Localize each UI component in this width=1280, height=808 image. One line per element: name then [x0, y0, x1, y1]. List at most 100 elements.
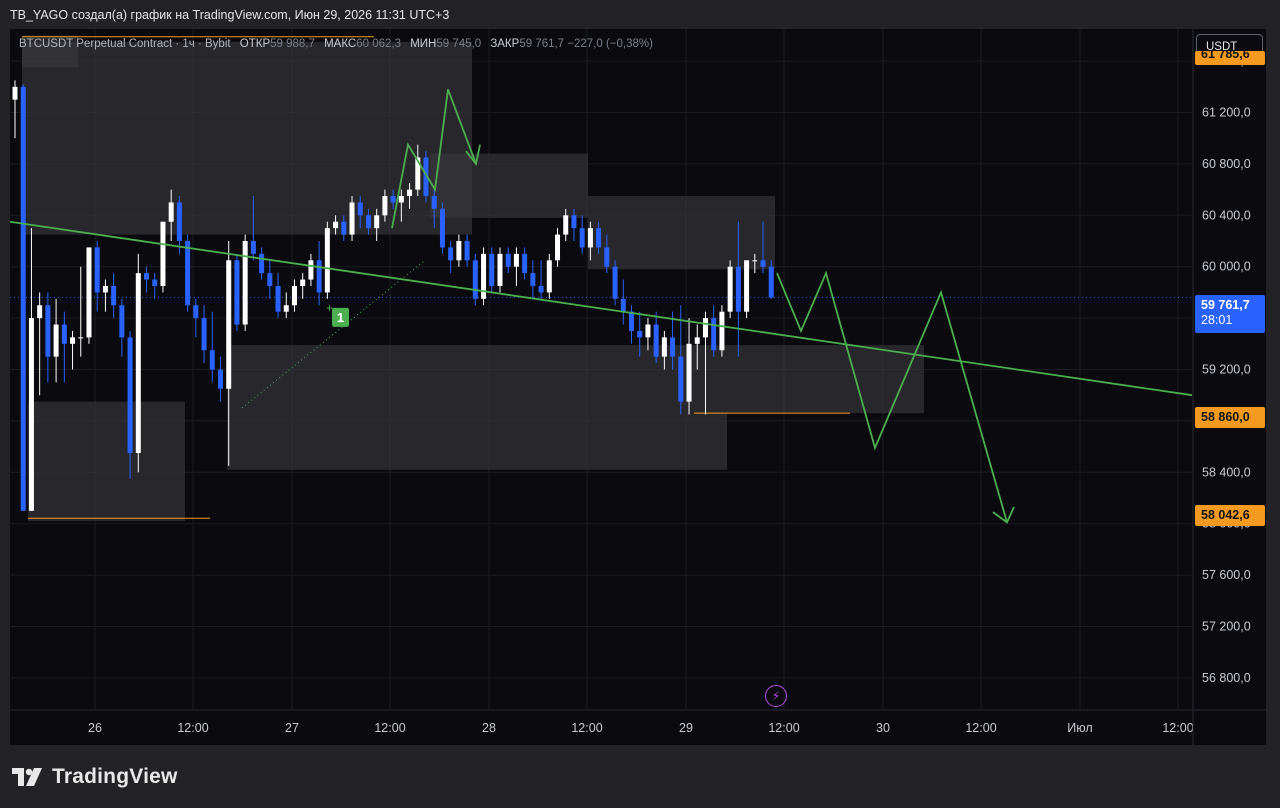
candle-body [226, 260, 232, 389]
price-zone [227, 345, 727, 470]
candle-body [464, 241, 470, 261]
signal-cross: + [326, 301, 333, 315]
x-tick-label: 29 [679, 721, 693, 735]
candle-body [497, 253, 503, 286]
low-value: 59 745,0 [436, 38, 482, 50]
symbol-name[interactable]: BTCUSDT Perpetual Contract · 1ч · Bybit [19, 38, 231, 50]
candle-body [127, 337, 133, 454]
candle-body [711, 318, 717, 351]
candle-body [587, 228, 593, 248]
candle-body [349, 202, 355, 235]
y-tick-label: 60 800,0 [1202, 157, 1251, 171]
candle-body [291, 285, 297, 306]
candle-body [489, 253, 495, 286]
x-tick-label: 12:00 [571, 721, 602, 735]
price-zone [22, 41, 472, 235]
y-tick-label: 61 200,0 [1202, 106, 1251, 120]
candle-body [719, 311, 725, 351]
last-price-value: 59 761,7 [1201, 298, 1250, 312]
candle-body [678, 356, 684, 402]
candle-body [431, 196, 437, 209]
candle-body [768, 266, 774, 298]
candle-body [702, 318, 708, 338]
chart-title: TB_YAGO создал(а) график на TradingView.… [10, 8, 450, 22]
candle-body [398, 196, 404, 203]
price-chart[interactable]: 61 600,061 200,060 800,060 400,060 000,0… [10, 29, 1266, 745]
low-label: МИН [410, 38, 437, 50]
y-tick-label: 59 200,0 [1202, 363, 1251, 377]
level-label-58042: 58 042,6 [1195, 505, 1265, 526]
chart-frame[interactable]: 61 600,061 200,060 800,060 400,060 000,0… [10, 29, 1266, 745]
candle-body [439, 208, 445, 248]
x-tick-label: Июл [1067, 721, 1092, 735]
candle-body [563, 215, 569, 235]
candle-body [735, 266, 741, 312]
y-tick-label: 58 400,0 [1202, 465, 1251, 479]
countdown-timer: 28:01 [1201, 313, 1233, 327]
x-tick-label: 12:00 [374, 721, 405, 735]
candle-body [407, 189, 413, 197]
candle-body [555, 234, 561, 261]
y-tick-label: 57 600,0 [1202, 568, 1251, 582]
tradingview-logo[interactable]: TradingView [12, 764, 178, 790]
candle-body [382, 196, 388, 216]
candle-body [218, 369, 223, 389]
candle-body [538, 285, 544, 293]
candle-body [661, 337, 667, 357]
candle-body [670, 337, 676, 357]
last-price-label: 59 761,7 28:01 [1195, 295, 1265, 333]
candle-body [505, 253, 511, 267]
candle-body [250, 241, 256, 254]
candle-body [94, 247, 100, 293]
candle-body [168, 202, 174, 222]
candle-body [135, 273, 141, 454]
candle-body [234, 260, 240, 325]
candle-body [111, 285, 117, 306]
candle-body [185, 241, 191, 306]
candle-body [102, 285, 108, 293]
x-tick-label: 26 [88, 721, 102, 735]
candle-body [193, 305, 199, 319]
price-zone [28, 401, 185, 522]
candle-body [456, 241, 462, 261]
price-label-top: 61 785,6 [1195, 51, 1265, 65]
candle-body [152, 279, 158, 286]
x-tick-label: 12:00 [177, 721, 208, 735]
candle-body [760, 260, 766, 267]
candle-body [513, 253, 519, 267]
candle-body [28, 318, 34, 511]
candle-body [242, 241, 248, 325]
candle-body [752, 260, 758, 262]
candle-body [629, 311, 634, 331]
close-value: 59 761,7 [519, 38, 565, 50]
candle-body [374, 215, 380, 229]
candle-body [686, 343, 692, 402]
tv-logo-icon [12, 768, 42, 786]
candle-body [316, 260, 322, 293]
candle-body [78, 337, 84, 339]
lightning-icon[interactable]: ⚡ [765, 685, 787, 707]
candle-body [259, 253, 265, 274]
candle-body [201, 318, 207, 351]
candle-body [727, 266, 733, 312]
candle-body [37, 305, 43, 319]
candle-body [160, 221, 166, 286]
x-tick-label: 12:00 [1162, 721, 1193, 735]
candle-body [20, 86, 26, 511]
symbol-legend: BTCUSDT Perpetual Contract · 1ч · Bybit … [19, 38, 653, 50]
candle-body [300, 279, 306, 286]
price-zone [588, 196, 775, 270]
candle-body [53, 324, 59, 357]
candle-body [119, 305, 125, 338]
open-value: 59 988,7 [270, 38, 315, 50]
candle-body [70, 337, 76, 344]
change-value: −227,0 (−0,38%) [567, 38, 653, 50]
candle-body [61, 324, 67, 344]
candle-body [637, 330, 643, 338]
candle-body [209, 350, 215, 370]
candle-body [283, 305, 289, 312]
level-label-58860: 58 860,0 [1195, 407, 1265, 428]
y-tick-label: 60 000,0 [1202, 260, 1251, 274]
brand-name: TradingView [52, 765, 178, 788]
candle-body [357, 202, 363, 216]
